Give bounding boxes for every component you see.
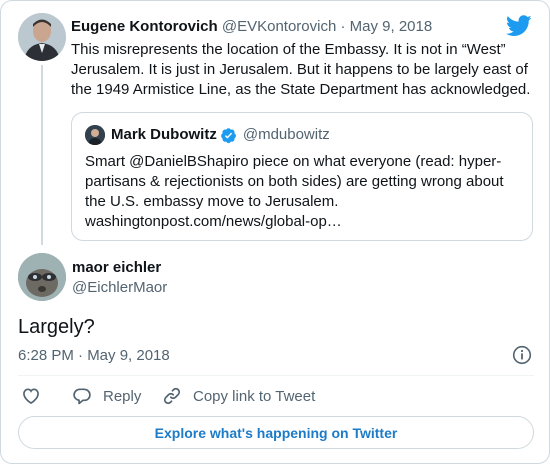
info-icon[interactable] [512,345,532,365]
author-name[interactable]: Eugene Kontorovich [71,18,218,35]
quoted-tweet-text: Smart @DanielBShapiro piece on what ever… [85,153,504,230]
author-handle[interactable]: @EichlerMaor [72,278,167,298]
link-icon [163,387,181,405]
copy-link-label: Copy link to Tweet [193,387,316,405]
quoted-tweet[interactable]: Mark Dubowitz @mdubowitz Smart @DanielBS… [71,112,533,241]
parent-tweet-header: Eugene Kontorovich @EVKontorovich · May … [71,17,432,37]
heart-icon [23,388,39,405]
quoted-author-name: Mark Dubowitz [111,126,217,143]
reply-icon [73,388,91,405]
reply-label: Reply [103,387,142,405]
like-button[interactable] [21,383,41,409]
copy-link-button[interactable]: Copy link to Tweet [162,383,315,409]
explore-twitter-button[interactable]: Explore what's happening on Twitter [18,416,534,449]
thread-line [41,65,43,245]
twitter-bird-icon[interactable] [506,15,532,37]
parent-tweet-text: This misrepresents the location of the E… [71,41,531,98]
verified-badge-icon [220,127,236,143]
author-meta[interactable]: @EVKontorovich · May 9, 2018 [218,18,432,35]
divider [18,375,534,376]
tweet-text: Largely? [18,316,95,338]
avatar[interactable] [18,13,66,61]
reply-button[interactable]: Reply [72,383,141,409]
quoted-author-handle: @mdubowitz [242,126,330,143]
tweet-embed-card: Eugene Kontorovich @EVKontorovich · May … [0,0,550,464]
quoted-author-avatar [85,125,105,145]
tweet-timestamp[interactable]: 6:28 PM · May 9, 2018 [18,346,170,366]
author-name[interactable]: maor eichler [72,258,161,278]
avatar[interactable] [18,253,66,301]
quoted-tweet-header: Mark Dubowitz @mdubowitz [111,125,330,145]
